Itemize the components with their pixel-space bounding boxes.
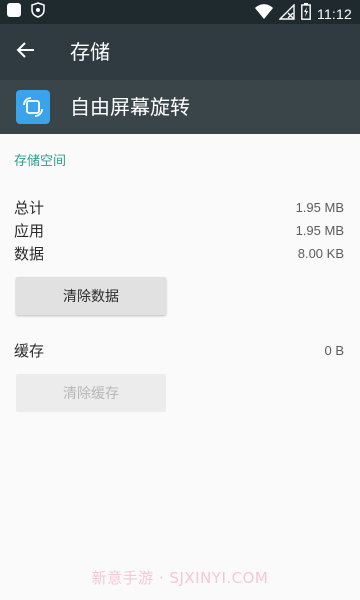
rotate-screen-icon xyxy=(16,90,50,124)
row-label: 总计 xyxy=(14,198,45,217)
row-label: 应用 xyxy=(14,221,45,240)
row-value: 1.95 MB xyxy=(295,199,344,215)
row-value: 1.95 MB xyxy=(295,222,344,238)
page-title: 存储 xyxy=(70,40,110,64)
shield-icon xyxy=(30,2,46,22)
clear-data-button[interactable]: 清除数据 xyxy=(16,277,166,315)
status-left-icons xyxy=(6,2,46,22)
storage-row-data: 数据 8.00 KB xyxy=(14,242,344,264)
row-value: 0 B xyxy=(324,342,344,358)
app-name: 自由屏幕旋转 xyxy=(70,95,190,119)
watermark: 新意手游 · SJXINYI.COM xyxy=(91,569,269,587)
storage-row-total: 总计 1.95 MB xyxy=(14,196,344,218)
cache-row: 缓存 0 B xyxy=(14,339,344,361)
battery-icon xyxy=(301,3,311,24)
row-label: 数据 xyxy=(14,244,45,263)
app-bar: 存储 xyxy=(0,24,360,80)
clear-cache-button[interactable]: 清除缓存 xyxy=(16,374,166,412)
wifi-icon xyxy=(255,3,273,24)
app-header: 自由屏幕旋转 xyxy=(0,80,360,134)
row-label: 缓存 xyxy=(14,341,45,360)
status-right-icons: 11:12 xyxy=(255,2,352,24)
back-button[interactable] xyxy=(10,36,42,68)
status-bar: 11:12 xyxy=(0,0,360,24)
section-title-storage: 存储空间 xyxy=(14,154,67,169)
square-app-icon xyxy=(6,2,22,22)
no-signal-icon xyxy=(278,2,295,24)
back-arrow-icon xyxy=(16,40,36,64)
status-time: 11:12 xyxy=(317,5,352,22)
row-value: 8.00 KB xyxy=(297,245,344,261)
storage-row-app: 应用 1.95 MB xyxy=(14,219,344,241)
